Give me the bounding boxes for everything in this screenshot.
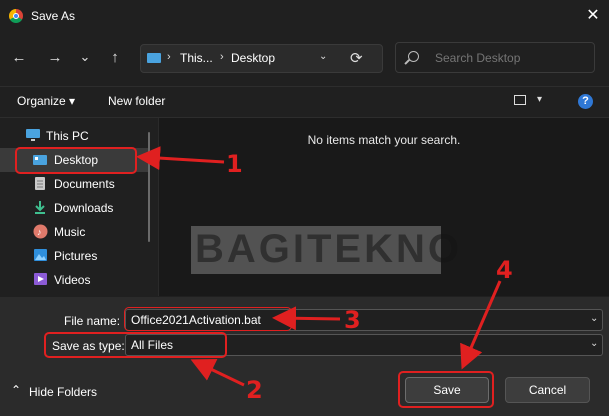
arrow-2	[190, 358, 245, 387]
annotation-number-4: 4	[496, 256, 513, 284]
arrow-3	[272, 306, 341, 331]
annotation-number-1: 1	[226, 150, 243, 178]
arrow-1	[136, 146, 225, 171]
annotation-arrows	[136, 146, 502, 387]
annotation-number-2: 2	[246, 376, 263, 404]
annotation-number-3: 3	[344, 306, 361, 334]
arrow-4	[460, 280, 502, 370]
